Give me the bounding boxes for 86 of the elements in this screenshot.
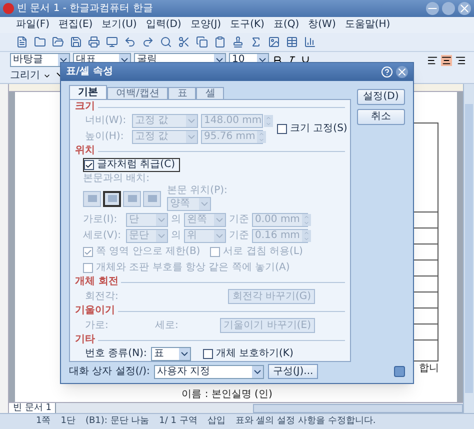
menu-item[interactable]: 보기(U) (102, 20, 137, 30)
status-text: 1쪽 (36, 417, 51, 426)
close-icon[interactable] (396, 66, 408, 78)
vertical-scrollbar[interactable] (463, 84, 474, 413)
document-tab[interactable]: 빈 문서 1 (9, 402, 56, 414)
status-text: 1단 (60, 417, 76, 426)
menu-item[interactable]: 도구(K) (230, 20, 264, 30)
field-label: 의 (171, 231, 181, 241)
monitor-icon[interactable] (106, 36, 118, 48)
minimize-icon[interactable] (426, 2, 439, 15)
dialog-tab[interactable]: 기본 (69, 85, 107, 99)
field-label: 세로(V): (83, 231, 122, 241)
field-label: 세로: (155, 320, 180, 330)
check-icon (84, 248, 92, 256)
printer-icon[interactable] (88, 36, 100, 48)
field-label: 가로: (85, 320, 110, 330)
document-text: 이름 : 본인실명 (인) (182, 390, 272, 400)
section-title: 개체 회전 (75, 277, 118, 287)
status-text: 삽입 (207, 417, 226, 426)
section-title: 크기 (75, 102, 95, 112)
menu-item[interactable]: 도움말(H) (344, 20, 390, 30)
spinner-icon (302, 214, 311, 226)
spinner-icon (264, 115, 273, 127)
field-label: 본문과의 배치: (83, 174, 151, 184)
help-icon[interactable] (381, 66, 393, 78)
align-left-icon[interactable] (427, 54, 438, 66)
style-dropdown[interactable]: 바탕글 (10, 53, 70, 67)
status-text: (B1): 문단 나눔 (85, 417, 150, 426)
redo-icon[interactable] (142, 36, 154, 48)
section-title: 기타 (75, 335, 95, 345)
field-label: 의 (171, 215, 181, 225)
menu-item[interactable]: 파일(F) (16, 20, 50, 30)
dialog-tab[interactable]: 표 (168, 87, 196, 99)
field-label: 회전각: (85, 292, 120, 302)
close-icon[interactable] (458, 2, 471, 15)
align-right-icon[interactable] (455, 54, 466, 66)
section-title: 위치 (75, 146, 95, 156)
checkbox[interactable]: 크기 고정(S) (277, 122, 348, 136)
image-icon[interactable] (268, 36, 280, 48)
configure-button[interactable]: 구성(J)... (268, 364, 318, 379)
menu-item[interactable]: 모양(J) (190, 20, 222, 30)
dialog-tab[interactable]: 여백/캡션 (107, 87, 168, 99)
field-label: 기준 (229, 231, 249, 241)
folder-icon[interactable] (34, 36, 46, 48)
field-label: 대화 상자 설정(/): (69, 366, 150, 376)
status-text: 1/ 1 구역 (159, 417, 198, 426)
field-label: 너비(W): (85, 116, 128, 126)
paste-icon[interactable] (214, 36, 226, 48)
field-label: 번호 종류(N): (85, 349, 147, 359)
cut-icon[interactable] (178, 36, 190, 48)
field-label: 가로(I): (83, 215, 118, 225)
check-icon (85, 160, 93, 170)
number-type-dropdown[interactable]: 표 (150, 347, 191, 361)
menu-item[interactable]: 입력(D) (146, 20, 182, 30)
bar-chart-icon[interactable] (304, 36, 316, 48)
status-text: 표와 셀의 설정 사항을 수정합니다. (235, 417, 376, 426)
new-file-icon[interactable] (16, 36, 28, 48)
open-folder-icon[interactable] (52, 36, 64, 48)
stamp-icon[interactable] (232, 36, 244, 48)
sigma-icon[interactable] (250, 36, 262, 48)
app-icon (3, 3, 14, 14)
dialog-title: 표/셀 속성 (66, 67, 114, 77)
save-icon[interactable] (70, 36, 82, 48)
field-label: 본문 위치(P): (167, 186, 228, 196)
field-label: 기준 (229, 215, 249, 225)
spinner-icon (257, 131, 266, 143)
table-icon[interactable] (286, 36, 298, 48)
field-label: 높이(H): (85, 132, 125, 142)
document-text: 합니 (419, 364, 439, 374)
window-title: 빈 문서 1 - 한글과컴퓨터 한글 (17, 4, 154, 14)
preset-dropdown[interactable]: 사용자 지정 (154, 364, 264, 378)
undo-icon[interactable] (124, 36, 136, 48)
search-icon[interactable] (160, 36, 172, 48)
menu-item[interactable]: 창(W) (308, 20, 336, 30)
section-title: 기울이기 (75, 306, 115, 316)
align-center-icon[interactable] (441, 54, 452, 66)
dialog-button[interactable]: 취소 (357, 109, 405, 125)
horizontal-scrollbar[interactable] (253, 404, 463, 412)
drawing-menu[interactable]: 그리기 (10, 70, 40, 80)
menu-item[interactable]: 표(Q) (273, 20, 300, 30)
copy-icon[interactable] (196, 36, 208, 48)
menu-item[interactable]: 편집(E) (58, 20, 93, 30)
dialog-tab[interactable]: 셀 (196, 87, 224, 99)
checkbox[interactable]: 개체 보호하기(K) (202, 347, 294, 361)
dialog-button[interactable]: 설정(D) (357, 89, 405, 105)
spinner-icon (302, 230, 311, 242)
